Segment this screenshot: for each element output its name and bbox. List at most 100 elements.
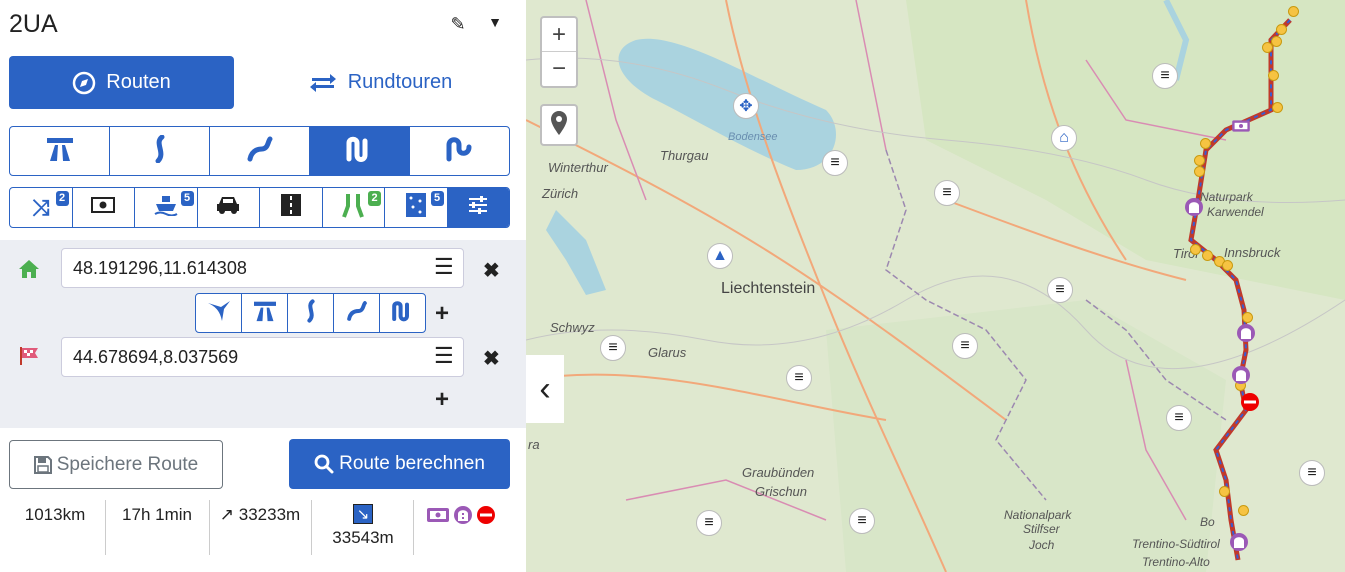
locate-button[interactable] bbox=[540, 104, 578, 146]
pass-icon[interactable]: ≡ bbox=[786, 365, 812, 391]
segment-highway-button[interactable] bbox=[242, 294, 288, 332]
poi-marker[interactable] bbox=[1200, 138, 1211, 149]
poi-marker[interactable] bbox=[1190, 244, 1201, 255]
poi-marker[interactable] bbox=[1238, 505, 1249, 516]
map-label: Trentino-Südtirol bbox=[1132, 537, 1220, 551]
tunnel-option-button[interactable] bbox=[260, 188, 323, 227]
poi-marker[interactable] bbox=[1222, 260, 1233, 271]
map-label: Innsbruck bbox=[1224, 245, 1281, 260]
toll-option-button[interactable] bbox=[73, 188, 135, 227]
poi-marker[interactable] bbox=[1202, 250, 1213, 261]
poi-marker[interactable] bbox=[1219, 486, 1230, 497]
tab-routes-label: Routen bbox=[106, 71, 171, 93]
pass-icon[interactable]: ≡ bbox=[849, 508, 875, 534]
narrow-road-icon bbox=[341, 192, 365, 223]
random-badge: 2 bbox=[55, 191, 69, 206]
curvy-road-icon bbox=[303, 298, 319, 328]
remove-start-button[interactable]: ✖ bbox=[483, 258, 500, 283]
pass-icon[interactable]: ≡ bbox=[1152, 63, 1178, 89]
style-custom-button[interactable] bbox=[410, 127, 509, 175]
edit-title-button[interactable]: ✎ bbox=[447, 14, 469, 38]
map-label: Zürich bbox=[542, 186, 579, 201]
map-label: Nationalpark bbox=[1004, 508, 1072, 522]
shuffle-icon: ⤨ bbox=[31, 194, 50, 220]
offroad-option-button[interactable]: 5 bbox=[385, 188, 448, 227]
remove-destination-button[interactable]: ✖ bbox=[483, 346, 500, 371]
destination-waypoint-input[interactable] bbox=[61, 337, 464, 377]
add-waypoint-button[interactable]: + bbox=[435, 386, 449, 414]
tunnel-warning-icon[interactable] bbox=[1184, 197, 1204, 222]
tab-roundtrips[interactable]: Rundtouren bbox=[250, 56, 510, 109]
map-label: Karwendel bbox=[1207, 205, 1264, 219]
poi-marker[interactable] bbox=[1262, 42, 1273, 53]
settings-button[interactable] bbox=[447, 188, 509, 227]
no-entry-warning-icon bbox=[476, 505, 496, 554]
start-waypoint-input[interactable] bbox=[61, 248, 464, 288]
house-icon[interactable]: ⌂ bbox=[1051, 125, 1077, 151]
pass-icon[interactable]: ≡ bbox=[952, 333, 978, 359]
zoom-out-button[interactable]: − bbox=[542, 52, 576, 86]
style-curviest-button[interactable] bbox=[310, 127, 410, 175]
curviest-road-icon bbox=[345, 135, 375, 168]
add-waypoint-button[interactable]: + bbox=[435, 300, 449, 328]
zoom-in-button[interactable]: + bbox=[542, 18, 576, 52]
style-curvy-button[interactable] bbox=[110, 127, 210, 175]
route-warnings bbox=[426, 498, 506, 554]
map-label: Stilfser bbox=[1023, 522, 1060, 536]
money-icon bbox=[91, 197, 116, 218]
mountain-icon[interactable]: ▲ bbox=[707, 243, 733, 269]
segment-curvier-button[interactable] bbox=[334, 294, 380, 332]
tab-routes[interactable]: Routen bbox=[9, 56, 234, 109]
tunnel-warning-icon[interactable] bbox=[1231, 365, 1251, 390]
pass-icon[interactable]: ≡ bbox=[696, 510, 722, 536]
random-option-button[interactable]: ⤨ 2 bbox=[10, 188, 73, 227]
segment-curviest-button[interactable] bbox=[380, 294, 425, 332]
pass-icon[interactable]: ≡ bbox=[1299, 460, 1325, 486]
route-planner-panel: 2UA ✎ ▼ Routen Rundtouren ⤨ 2 5 2 5 48.1… bbox=[0, 0, 526, 572]
poi-marker[interactable] bbox=[1242, 312, 1253, 323]
divider bbox=[413, 500, 414, 555]
save-route-button[interactable]: Speichere Route bbox=[9, 440, 223, 489]
pass-icon[interactable]: ≡ bbox=[1166, 405, 1192, 431]
map-marker-icon[interactable]: ✥ bbox=[733, 93, 759, 119]
chevron-left-icon: ‹ bbox=[539, 369, 551, 408]
pass-icon[interactable]: ≡ bbox=[600, 335, 626, 361]
no-entry-icon[interactable] bbox=[1240, 392, 1260, 417]
poi-marker[interactable] bbox=[1194, 166, 1205, 177]
curvier-road-icon bbox=[346, 299, 368, 328]
style-curvier-button[interactable] bbox=[210, 127, 310, 175]
sliders-icon bbox=[468, 196, 488, 219]
style-fastest-button[interactable] bbox=[10, 127, 110, 175]
poi-marker[interactable] bbox=[1268, 70, 1279, 81]
collapse-panel-button[interactable]: ‹ bbox=[526, 355, 564, 423]
poi-marker[interactable] bbox=[1194, 155, 1205, 166]
segment-direct-button[interactable] bbox=[196, 294, 242, 332]
ferry-option-button[interactable]: 5 bbox=[135, 188, 198, 227]
pass-icon[interactable]: ≡ bbox=[822, 150, 848, 176]
map-label: Trentino-Alto bbox=[1142, 555, 1210, 569]
tunnel-warning-icon[interactable] bbox=[1236, 323, 1256, 348]
calculate-route-label: Route berechnen bbox=[339, 453, 485, 474]
drag-handle-icon[interactable]: ☰ bbox=[434, 254, 454, 280]
calculate-route-button[interactable]: Route berechnen bbox=[289, 439, 510, 489]
toll-warning-icon[interactable] bbox=[1231, 118, 1251, 139]
search-icon bbox=[314, 454, 334, 474]
pass-icon[interactable]: ≡ bbox=[934, 180, 960, 206]
pencil-icon: ✎ bbox=[450, 14, 466, 34]
mixed-road-icon bbox=[445, 135, 475, 168]
poi-marker[interactable] bbox=[1276, 24, 1287, 35]
drag-handle-icon[interactable]: ☰ bbox=[434, 343, 454, 369]
map-label: Winterthur bbox=[548, 160, 608, 175]
route-descent-block: ↘ 33543m bbox=[314, 498, 412, 554]
compass-icon bbox=[72, 71, 96, 95]
segment-curvy-button[interactable] bbox=[288, 294, 334, 332]
title-menu-button[interactable]: ▼ bbox=[486, 14, 504, 38]
pass-icon[interactable]: ≡ bbox=[1047, 277, 1073, 303]
poi-marker[interactable] bbox=[1272, 102, 1283, 113]
car-option-button[interactable] bbox=[198, 188, 260, 227]
map-label: Schwyz bbox=[550, 320, 595, 335]
map-view[interactable]: Winterthur Zürich Thurgau Bodensee Liech… bbox=[526, 0, 1345, 572]
tunnel-warning-icon[interactable] bbox=[1229, 532, 1249, 557]
narrow-road-option-button[interactable]: 2 bbox=[323, 188, 385, 227]
poi-marker[interactable] bbox=[1288, 6, 1299, 17]
